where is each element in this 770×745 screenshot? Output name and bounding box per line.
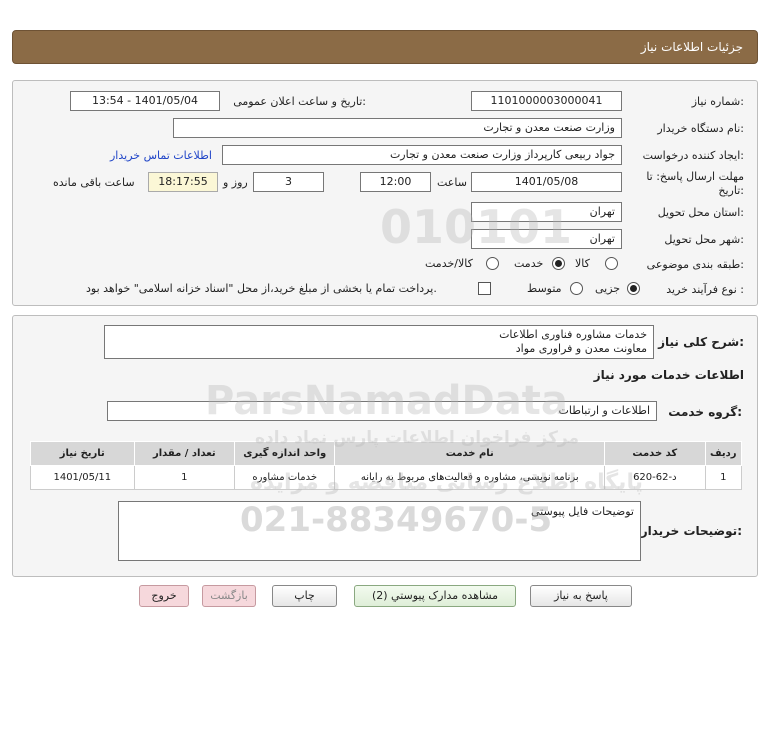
province-field: تهران: [471, 202, 622, 222]
category-radio-goods-service[interactable]: [486, 257, 499, 270]
city-field: تهران: [471, 229, 622, 249]
services-section-title: اطلاعات خدمات مورد نیاز: [593, 368, 744, 382]
category-radio-goods[interactable]: [605, 257, 618, 270]
description-label: شرح کلی نیاز:: [658, 335, 744, 349]
cell-service-code: د-62-620: [604, 465, 706, 490]
buyer-notes-box: توضیحات فایل پیوستی: [118, 501, 641, 561]
col-service-name: نام خدمت: [334, 441, 606, 466]
category-option-goods-service: کالا/خدمت: [425, 257, 473, 270]
days-label: روز و: [223, 176, 248, 189]
process-option-medium: متوسط: [527, 282, 562, 295]
services-table: ردیف کد خدمت نام خدمت واحد اندازه گیری ت…: [30, 441, 743, 490]
cell-row-number: 1: [704, 465, 743, 490]
category-option-goods: کالا: [575, 257, 590, 270]
category-radio-service[interactable]: [552, 257, 565, 270]
announce-date-field: 1401/05/04 - 13:54: [70, 91, 220, 111]
process-type-label: نوع فرآیند خرید :: [666, 283, 744, 296]
back-button[interactable]: بازگشت: [202, 585, 256, 607]
page-title: جزئیات اطلاعات نیاز: [640, 40, 743, 54]
remaining-time-label: ساعت باقی مانده: [53, 176, 135, 189]
category-label: طبقه بندی موضوعی:: [646, 258, 744, 271]
deadline-date-field: 1401/05/08: [471, 172, 622, 192]
view-attachments-button[interactable]: مشاهده مدارک پیوستي (2): [354, 585, 516, 607]
description-box: خدمات مشاوره فناوری اطلاعات معاونت معدن …: [104, 325, 654, 359]
cell-service-name: برنامه نویسی، مشاوره و فعالیت‌های مربوط …: [334, 465, 606, 490]
deadline-time-label: ساعت: [437, 176, 467, 189]
creator-label: ایجاد کننده درخواست:: [642, 149, 744, 162]
buyer-contact-link[interactable]: اطلاعات تماس خریدار: [110, 149, 212, 162]
reply-to-need-button[interactable]: پاسخ به نیاز: [530, 585, 632, 607]
page-title-bar: جزئیات اطلاعات نیاز: [12, 30, 758, 64]
treasury-payment-note: پرداخت تمام یا بخشی از مبلغ خرید،از محل …: [86, 282, 437, 295]
description-line-1: خدمات مشاوره فناوری اطلاعات: [499, 328, 647, 341]
col-service-code: کد خدمت: [604, 441, 706, 466]
need-number-field: 1101000003000041: [471, 91, 622, 111]
col-row-number: ردیف: [704, 441, 743, 466]
table-row: 1 د-62-620 برنامه نویسی، مشاوره و فعالیت…: [30, 465, 743, 490]
col-unit: واحد اندازه گیری: [234, 441, 336, 466]
col-need-date: تاریخ نیاز: [30, 441, 135, 466]
services-table-header: ردیف کد خدمت نام خدمت واحد اندازه گیری ت…: [30, 441, 743, 466]
buyer-org-field: وزارت صنعت معدن و تجارت: [173, 118, 622, 138]
treasury-payment-checkbox[interactable]: [478, 282, 491, 295]
exit-button[interactable]: خروج: [139, 585, 189, 607]
province-label: استان محل تحویل:: [657, 206, 744, 219]
need-info-panel: [12, 80, 758, 306]
cell-quantity: 1: [133, 465, 236, 490]
buyer-org-label: نام دستگاه خریدار:: [657, 122, 744, 135]
need-number-label: شماره نیاز:: [691, 95, 744, 108]
category-option-service: خدمت: [514, 257, 544, 270]
creator-field: جواد ربیعی کارپرداز وزارت صنعت معدن و تج…: [222, 145, 622, 165]
process-option-minor: جزیی: [595, 282, 621, 295]
deadline-label: مهلت ارسال پاسخ: تا: [646, 170, 744, 183]
buyer-notes-text: توضیحات فایل پیوستی: [531, 505, 634, 518]
service-group-field: اطلاعات و ارتباطات: [107, 401, 657, 421]
process-radio-minor[interactable]: [627, 282, 640, 295]
announce-date-label: تاریخ و ساعت اعلان عمومی:: [233, 95, 366, 108]
description-line-2: معاونت معدن و فراوری مواد: [515, 342, 647, 355]
cell-need-date: 1401/05/11: [30, 465, 135, 490]
cell-unit: خدمات مشاوره: [234, 465, 336, 490]
remaining-time-field: 18:17:55: [148, 172, 218, 192]
col-quantity: تعداد / مقدار: [133, 441, 236, 466]
deadline-time-field: 12:00: [360, 172, 431, 192]
print-button[interactable]: چاپ: [272, 585, 337, 607]
process-radio-medium[interactable]: [570, 282, 583, 295]
buyer-notes-label: توضیحات خریدار:: [640, 524, 742, 538]
deadline-label-date: تاریخ:: [718, 184, 744, 197]
city-label: شهر محل تحویل:: [664, 233, 744, 246]
service-group-label: گروه خدمت:: [668, 405, 742, 419]
days-remaining-field: 3: [253, 172, 324, 192]
